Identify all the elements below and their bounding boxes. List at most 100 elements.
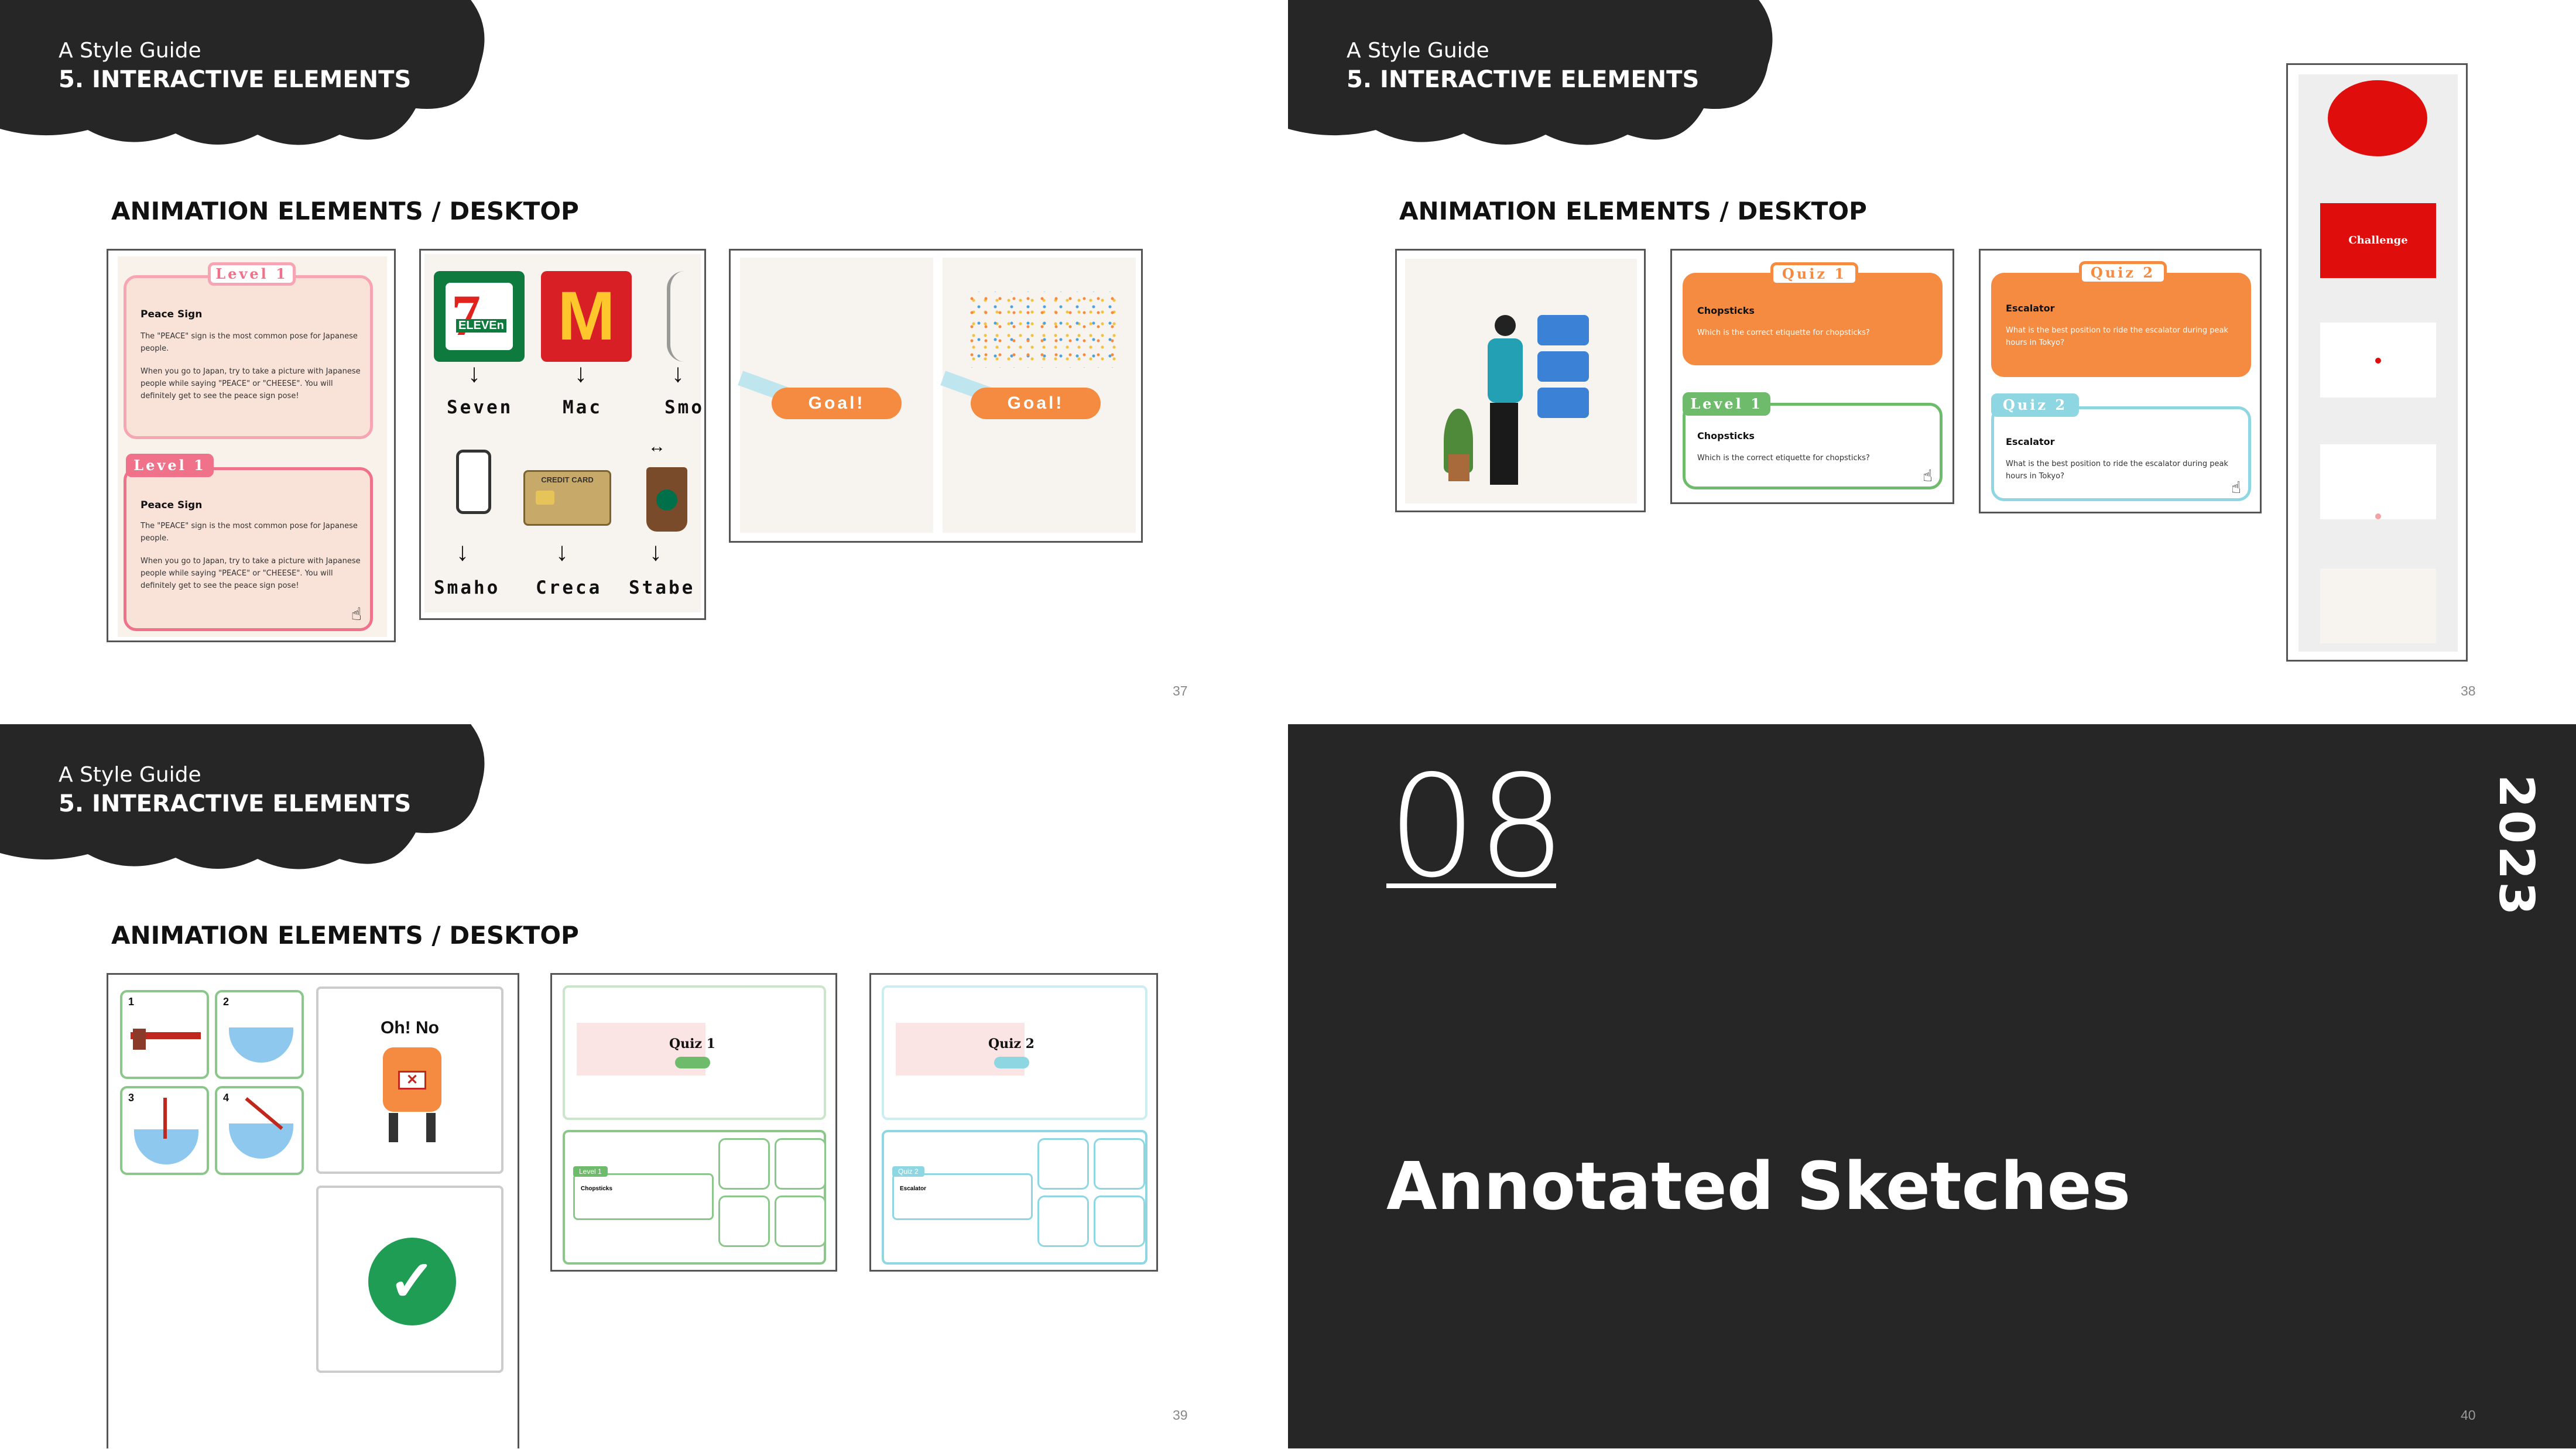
challenge-badge: Challenge [2320, 203, 2436, 278]
header-text: A Style Guide 5. INTERACTIVE ELEMENTS [1347, 39, 1699, 93]
page-number: 39 [1173, 1407, 1188, 1423]
cursor-hand-icon: ☝ [2231, 478, 2241, 497]
brand-label: Creca [536, 577, 602, 598]
message-card-icon [1537, 388, 1589, 418]
card-text: Which is the correct etiquette for chops… [1697, 454, 1870, 463]
mcdonalds-logo: M [541, 271, 632, 362]
card-text: When you go to Japan, try to take a pict… [141, 557, 361, 590]
card-title: Escalator [2006, 436, 2055, 447]
level-card-frame: Peace Sign The "PEACE" sign is the most … [107, 249, 396, 642]
starbucks-drink-icon [646, 467, 687, 532]
goal-badge: Goal! [971, 388, 1101, 419]
card-title: Escalator [2006, 303, 2055, 314]
brand-label: Smo [664, 397, 704, 418]
cursor-hand-icon: ☝ [351, 604, 362, 625]
subsection-title: ANIMATION ELEMENTS / DESKTOP [111, 197, 579, 225]
arrow-down-icon: ↓ [574, 359, 587, 388]
goal-animation-frame: Goal! Goal! [729, 249, 1143, 543]
answer-tile-1[interactable]: 1 [120, 990, 209, 1079]
subsection-title: ANIMATION ELEMENTS / DESKTOP [1399, 197, 1867, 225]
robot-icon: ✕ [383, 1047, 441, 1112]
header-text: A Style Guide 5. INTERACTIVE ELEMENTS [59, 39, 411, 93]
answer-frame: 1 2 3 4 Oh! No ✕ ✓ [107, 973, 519, 1448]
cursor-hand-icon: ☝ [1922, 466, 1933, 485]
card-title: Peace Sign [141, 309, 203, 320]
slide-39: A Style Guide 5. INTERACTIVE ELEMENTS AN… [0, 724, 1288, 1448]
double-arrow-icon: ↔ [648, 437, 666, 456]
quiz1-frame: Chopsticks Which is the correct etiquett… [1670, 249, 1954, 504]
arrow-down-icon: ↓ [556, 537, 568, 566]
quiz1-mini-frame: Quiz 1 Chopsticks Level 1 [550, 973, 837, 1272]
illustration-frame [1395, 249, 1646, 512]
message-card-icon [1537, 315, 1589, 345]
section-title: 5. INTERACTIVE ELEMENTS [1347, 66, 1700, 93]
quiz-tag: Quiz 2 [2079, 261, 2167, 285]
subsection-title: ANIMATION ELEMENTS / DESKTOP [111, 921, 579, 950]
card-text: The "PEACE" sign is the most common pose… [141, 332, 358, 353]
guide-label: A Style Guide [1347, 39, 1489, 63]
brand-label: Stabe [629, 577, 696, 598]
card-title: Chopsticks [1697, 430, 1755, 441]
level-card-1: Peace Sign The "PEACE" sign is the most … [124, 275, 373, 439]
section-title: 5. INTERACTIVE ELEMENTS [59, 790, 412, 817]
success-card: ✓ [316, 1186, 503, 1373]
message-card-icon [1537, 351, 1589, 382]
quiz2-mini-frame: Quiz 2 Escalator Quiz 2 [869, 973, 1158, 1272]
arrow-down-icon: ↓ [456, 537, 469, 566]
section-title: Annotated Sketches [1386, 1149, 2131, 1225]
arrow-down-icon: ↓ [672, 359, 684, 388]
guide-label: A Style Guide [59, 763, 201, 787]
quiz-card: Escalator What is the best position to r… [1991, 273, 2251, 377]
card-title: Peace Sign [141, 499, 203, 511]
answer-tile-3[interactable]: 3 [120, 1086, 209, 1175]
level-tag: Level 1 [1683, 392, 1770, 416]
brand-label: Smaho [434, 577, 501, 598]
card-text: When you go to Japan, try to take a pict… [141, 367, 361, 400]
answer-tile-2[interactable]: 2 [215, 990, 304, 1079]
level-tag: Level 1 [208, 262, 296, 286]
seven-eleven-logo: 7 ELEVEn [434, 271, 525, 362]
quiz-tag: Quiz 1 [1770, 262, 1858, 286]
page-number: 38 [2461, 683, 2476, 698]
header-text: A Style Guide 5. INTERACTIVE ELEMENTS [59, 763, 411, 817]
dot-icon [2375, 513, 2381, 519]
quiz-card: Chopsticks Which is the correct etiquett… [1683, 273, 1943, 365]
level-tag: Level 1 [126, 454, 214, 477]
arrow-down-icon: ↓ [468, 359, 481, 388]
hand-icon [667, 271, 702, 362]
person-icon [1482, 315, 1529, 491]
confetti-icon [965, 292, 1123, 368]
card-text: What is the best position to ride the es… [2006, 326, 2228, 347]
slide-38: A Style Guide 5. INTERACTIVE ELEMENTS AN… [1288, 0, 2576, 724]
arrow-down-icon: ↓ [649, 537, 662, 566]
credit-card-icon: CREDIT CARD [523, 470, 611, 526]
section-title: 5. INTERACTIVE ELEMENTS [59, 66, 412, 93]
oh-no-card: Oh! No ✕ [316, 986, 503, 1174]
section-number: 08 [1388, 745, 1567, 909]
year-label: 2023 [2488, 775, 2544, 918]
card-title: Chopsticks [1697, 305, 1755, 316]
quiz2-frame: Escalator What is the best position to r… [1979, 249, 2262, 513]
quiz-tag: Quiz 2 [1991, 393, 2079, 417]
red-circle-icon [2328, 80, 2427, 156]
goal-badge: Goal! [772, 388, 902, 419]
dot-icon [2375, 358, 2381, 364]
answer-tile-4[interactable]: 4 [215, 1086, 304, 1175]
card-text: Which is the correct etiquette for chops… [1697, 328, 1870, 337]
slide-37: A Style Guide 5. INTERACTIVE ELEMENTS AN… [0, 0, 1288, 724]
card-text: The "PEACE" sign is the most common pose… [141, 522, 358, 543]
card-text: What is the best position to ride the es… [2006, 460, 2228, 481]
page-number: 40 [2461, 1407, 2476, 1423]
challenge-strip: Challenge [2286, 63, 2468, 662]
slide-40: 08 Annotated Sketches 2023 40 [1288, 724, 2576, 1448]
checkmark-icon: ✓ [368, 1238, 456, 1325]
brand-label: Mac [563, 397, 602, 418]
guide-label: A Style Guide [59, 39, 201, 63]
section-number-underline [1386, 883, 1556, 888]
bowl-icon [229, 1123, 293, 1159]
level-card: Escalator What is the best position to r… [1991, 406, 2251, 501]
page-number: 37 [1173, 683, 1188, 698]
level-card: Chopsticks Which is the correct etiquett… [1683, 403, 1943, 489]
smartphone-hand-icon [456, 450, 491, 514]
bowl-icon [229, 1027, 293, 1063]
